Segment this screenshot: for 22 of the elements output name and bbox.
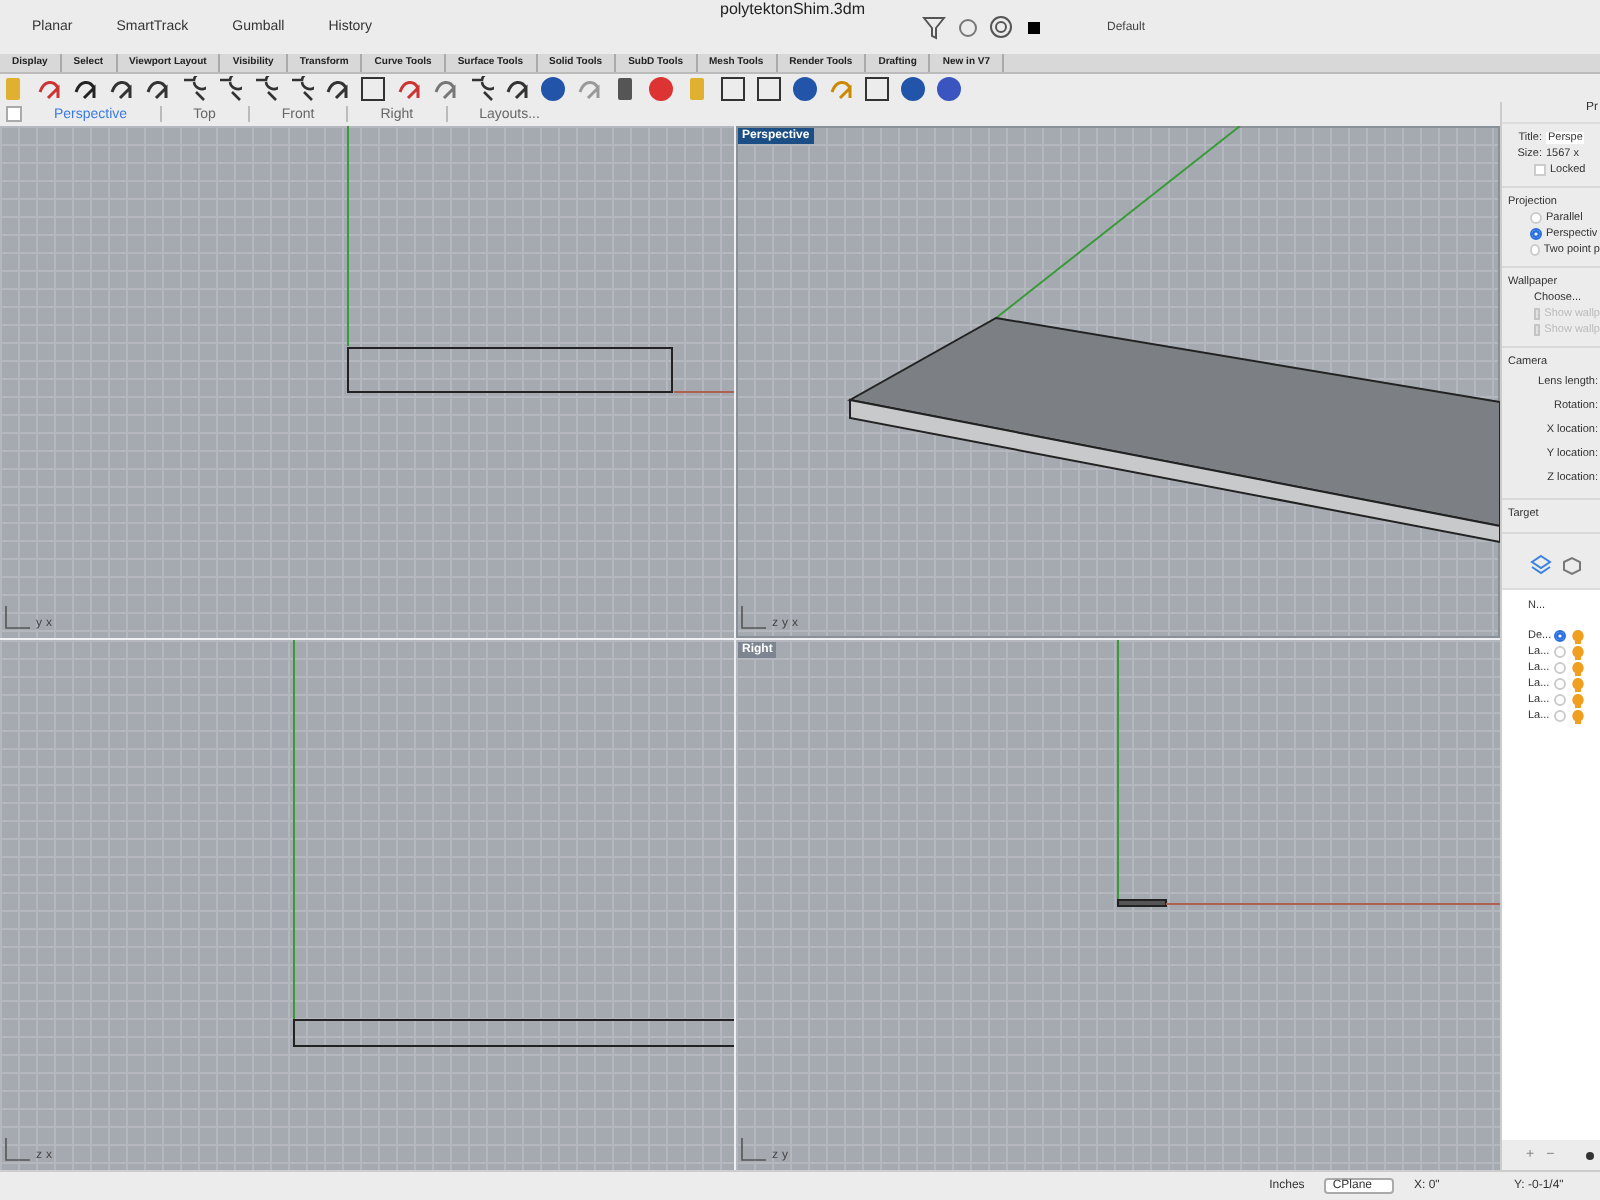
filter-icon[interactable] <box>922 15 946 39</box>
layers-icon[interactable] <box>1530 554 1552 576</box>
circle-icon[interactable] <box>958 17 978 37</box>
axis-gizmo-icon <box>740 606 768 630</box>
arrow-icon[interactable] <box>396 75 422 101</box>
axis-gizmo-icon <box>4 606 32 630</box>
options-icon[interactable] <box>1586 1151 1595 1159</box>
window-title: polytektonShim.3dm <box>720 0 865 18</box>
sphere-icon[interactable] <box>900 75 926 101</box>
object-outline <box>1117 899 1167 907</box>
radio-button[interactable] <box>1530 228 1542 240</box>
x-axis-line <box>673 391 734 393</box>
checkbox[interactable] <box>1534 164 1546 176</box>
axis-gizmo-icon <box>740 1138 768 1162</box>
target-icon[interactable] <box>990 16 1012 38</box>
checkbox[interactable] <box>6 106 22 122</box>
sphere-icon[interactable] <box>540 75 566 101</box>
axis-gizmo-icon <box>4 1138 32 1162</box>
current-layer-radio[interactable] <box>1554 630 1566 642</box>
sphere-icon[interactable] <box>792 75 818 101</box>
layer-color-swatch[interactable] <box>1028 21 1040 33</box>
arrow-icon[interactable] <box>36 75 62 101</box>
